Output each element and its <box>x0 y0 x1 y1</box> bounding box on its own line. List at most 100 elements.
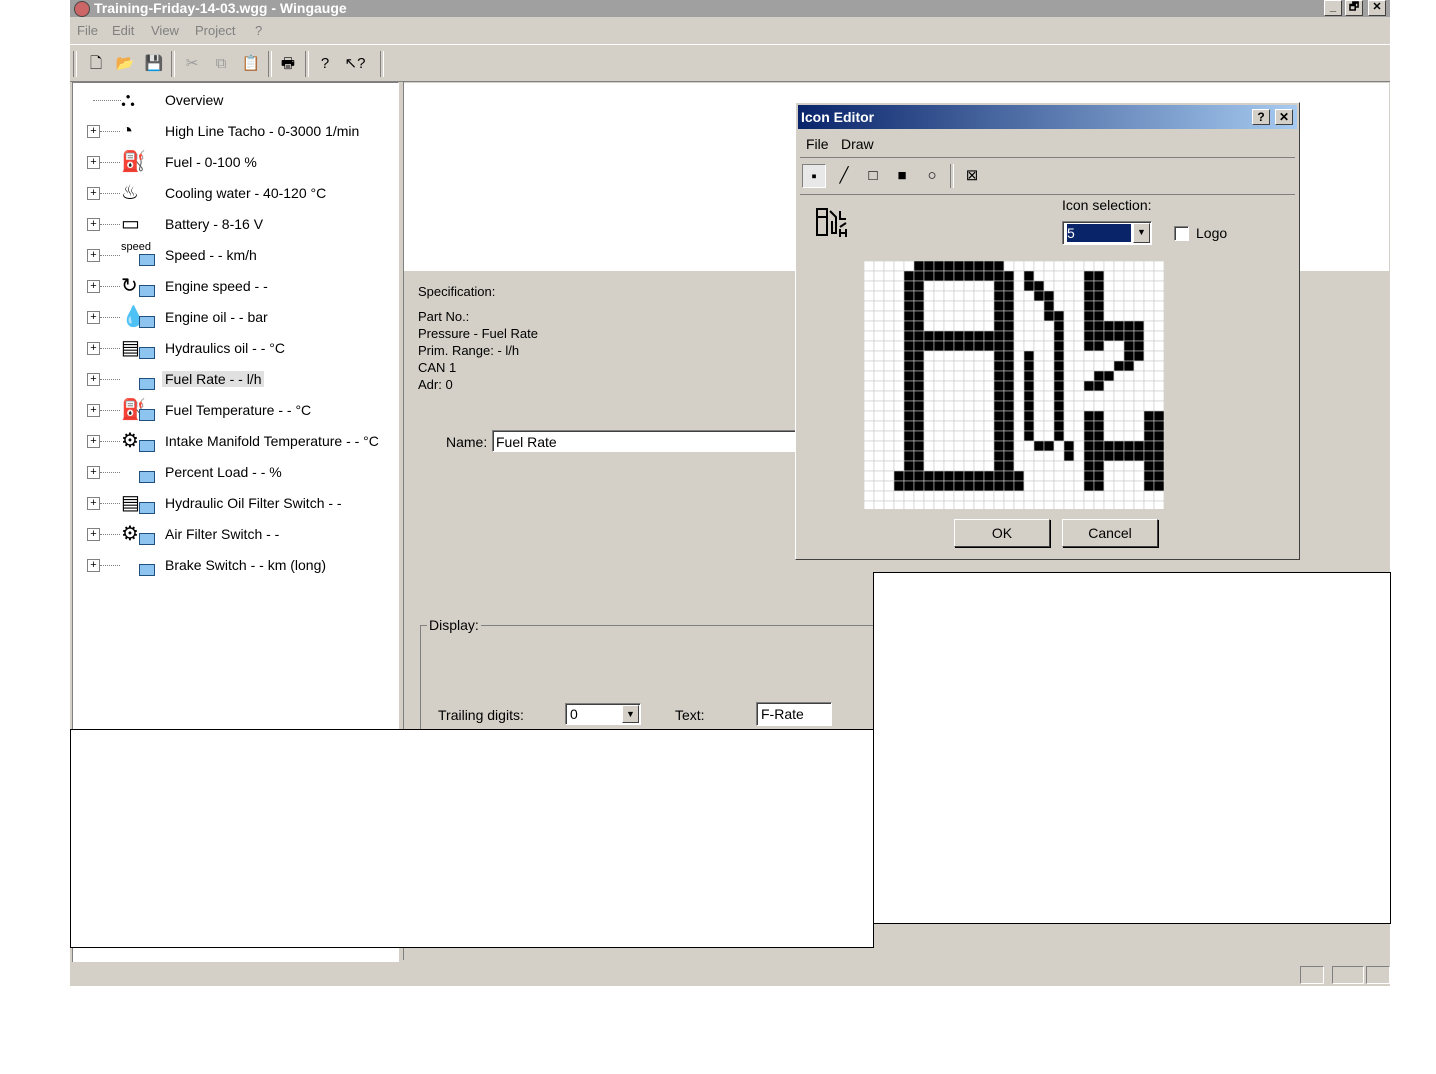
grid-pixel[interactable] <box>883 420 895 432</box>
grid-pixel[interactable] <box>1083 310 1095 322</box>
grid-pixel[interactable] <box>903 500 915 509</box>
grid-pixel[interactable] <box>943 280 955 292</box>
grid-pixel[interactable] <box>1073 290 1085 302</box>
grid-pixel[interactable] <box>1083 370 1095 382</box>
grid-pixel[interactable] <box>1033 430 1045 442</box>
grid-pixel[interactable] <box>1073 360 1085 372</box>
grid-pixel[interactable] <box>1103 500 1115 509</box>
grid-pixel[interactable] <box>1093 350 1105 362</box>
grid-pixel[interactable] <box>873 470 885 482</box>
grid-pixel[interactable] <box>1083 480 1095 492</box>
grid-pixel[interactable] <box>1153 440 1164 452</box>
grid-pixel[interactable] <box>953 290 965 302</box>
grid-pixel[interactable] <box>1053 360 1065 372</box>
grid-pixel[interactable] <box>1103 280 1115 292</box>
grid-pixel[interactable] <box>1033 420 1045 432</box>
grid-pixel[interactable] <box>1123 390 1135 402</box>
grid-pixel[interactable] <box>1083 350 1095 362</box>
grid-pixel[interactable] <box>1093 500 1105 509</box>
tree-node[interactable]: + ▤ Hydraulic Oil Filter Switch - - <box>73 488 398 518</box>
grid-pixel[interactable] <box>1113 330 1125 342</box>
grid-pixel[interactable] <box>1033 380 1045 392</box>
editor-menu-file[interactable]: File <box>806 136 829 152</box>
grid-pixel[interactable] <box>1103 360 1115 372</box>
grid-pixel[interactable] <box>1083 460 1095 472</box>
grid-pixel[interactable] <box>923 290 935 302</box>
grid-pixel[interactable] <box>1093 330 1105 342</box>
grid-pixel[interactable] <box>1053 320 1065 332</box>
expand-icon[interactable]: + <box>87 342 100 355</box>
grid-pixel[interactable] <box>883 330 895 342</box>
grid-pixel[interactable] <box>1153 390 1164 402</box>
grid-pixel[interactable] <box>1003 470 1015 482</box>
grid-pixel[interactable] <box>864 480 875 492</box>
grid-pixel[interactable] <box>1123 380 1135 392</box>
grid-pixel[interactable] <box>1063 460 1075 472</box>
grid-pixel[interactable] <box>864 490 875 502</box>
filled-rect-tool-icon[interactable]: ■ <box>890 164 914 188</box>
grid-pixel[interactable] <box>943 410 955 422</box>
grid-pixel[interactable] <box>923 490 935 502</box>
grid-pixel[interactable] <box>1043 340 1055 352</box>
grid-pixel[interactable] <box>1133 380 1145 392</box>
grid-pixel[interactable] <box>1013 490 1025 502</box>
grid-pixel[interactable] <box>1133 480 1145 492</box>
grid-pixel[interactable] <box>953 380 965 392</box>
grid-pixel[interactable] <box>883 450 895 462</box>
grid-pixel[interactable] <box>923 300 935 312</box>
grid-pixel[interactable] <box>1053 490 1065 502</box>
grid-pixel[interactable] <box>1033 310 1045 322</box>
grid-pixel[interactable] <box>923 350 935 362</box>
grid-pixel[interactable] <box>1033 490 1045 502</box>
grid-pixel[interactable] <box>1053 450 1065 462</box>
grid-pixel[interactable] <box>943 470 955 482</box>
grid-pixel[interactable] <box>873 430 885 442</box>
grid-pixel[interactable] <box>913 460 925 472</box>
grid-pixel[interactable] <box>864 310 875 322</box>
grid-pixel[interactable] <box>1033 400 1045 412</box>
grid-pixel[interactable] <box>913 310 925 322</box>
grid-pixel[interactable] <box>1093 490 1105 502</box>
grid-pixel[interactable] <box>1023 450 1035 462</box>
grid-pixel[interactable] <box>1103 480 1115 492</box>
grid-pixel[interactable] <box>963 380 975 392</box>
grid-pixel[interactable] <box>864 280 875 292</box>
grid-pixel[interactable] <box>1033 330 1045 342</box>
grid-pixel[interactable] <box>893 320 905 332</box>
grid-pixel[interactable] <box>1143 470 1155 482</box>
grid-pixel[interactable] <box>1053 300 1065 312</box>
tree-node[interactable]: + ▭ Battery - 8-16 V <box>73 209 398 239</box>
grid-pixel[interactable] <box>1093 470 1105 482</box>
grid-pixel[interactable] <box>1143 380 1155 392</box>
grid-pixel[interactable] <box>864 390 875 402</box>
grid-pixel[interactable] <box>963 410 975 422</box>
grid-pixel[interactable] <box>923 310 935 322</box>
grid-pixel[interactable] <box>1153 340 1164 352</box>
grid-pixel[interactable] <box>1123 430 1135 442</box>
grid-pixel[interactable] <box>963 500 975 509</box>
grid-pixel[interactable] <box>993 400 1005 412</box>
grid-pixel[interactable] <box>1013 370 1025 382</box>
grid-pixel[interactable] <box>973 400 985 412</box>
grid-pixel[interactable] <box>933 470 945 482</box>
grid-pixel[interactable] <box>873 310 885 322</box>
grid-pixel[interactable] <box>1083 270 1095 282</box>
grid-pixel[interactable] <box>903 400 915 412</box>
grid-pixel[interactable] <box>1003 360 1015 372</box>
grid-pixel[interactable] <box>1103 420 1115 432</box>
grid-pixel[interactable] <box>1123 300 1135 312</box>
grid-pixel[interactable] <box>893 480 905 492</box>
grid-pixel[interactable] <box>993 460 1005 472</box>
grid-pixel[interactable] <box>993 450 1005 462</box>
grid-pixel[interactable] <box>1143 480 1155 492</box>
grid-pixel[interactable] <box>933 290 945 302</box>
grid-pixel[interactable] <box>1143 430 1155 442</box>
grid-pixel[interactable] <box>1083 420 1095 432</box>
grid-pixel[interactable] <box>923 400 935 412</box>
grid-pixel[interactable] <box>923 460 935 472</box>
grid-pixel[interactable] <box>1073 280 1085 292</box>
grid-pixel[interactable] <box>953 450 965 462</box>
grid-pixel[interactable] <box>963 440 975 452</box>
grid-pixel[interactable] <box>1093 300 1105 312</box>
grid-pixel[interactable] <box>1093 410 1105 422</box>
